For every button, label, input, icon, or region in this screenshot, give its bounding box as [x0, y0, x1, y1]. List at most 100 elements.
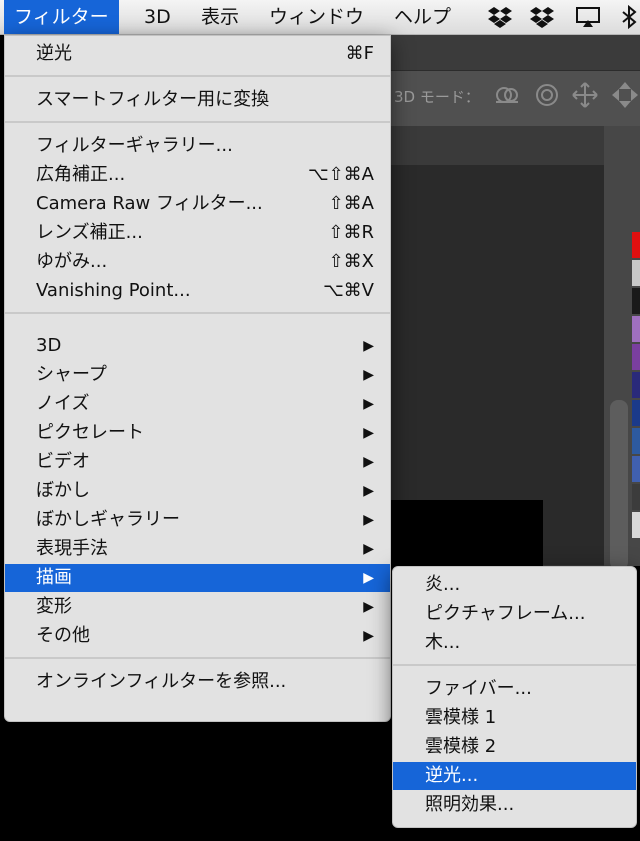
roll-3d-icon[interactable] — [532, 80, 562, 110]
slide-3d-icon[interactable] — [610, 80, 640, 110]
filter-menu-item[interactable]: ピクセレート ▶ — [5, 419, 390, 447]
filter-menu-item[interactable]: 表現手法 ▶ — [5, 535, 390, 563]
bluetooth-icon[interactable] — [616, 4, 640, 30]
menu-separator — [5, 75, 390, 77]
color-swatch[interactable] — [632, 260, 640, 286]
color-swatch[interactable] — [632, 484, 640, 510]
menubar-item-3[interactable]: ウィンドウ — [259, 0, 374, 34]
render-submenu: 炎... ピクチャフレーム... 木... ファイバー... 雲模様 1 雲模様 2 逆光.… — [392, 566, 637, 828]
color-swatch[interactable] — [632, 316, 640, 342]
filter-menu-item[interactable]: 変形 ▶ — [5, 593, 390, 621]
menu-item-label: 逆光 — [36, 43, 72, 64]
menu-item-shortcut: ⇧⌘A — [328, 193, 374, 214]
menu-item-label: スマートフィルター用に変換 — [36, 89, 270, 110]
pan-3d-icon[interactable] — [570, 80, 600, 110]
submenu-arrow-icon: ▶ — [363, 541, 374, 557]
menu-item-label: シャープ — [36, 364, 107, 385]
menu-separator — [393, 664, 636, 666]
menu-item-label: レンズ補正... — [36, 222, 143, 243]
color-swatch[interactable] — [632, 288, 640, 314]
orbit-3d-icon[interactable] — [492, 80, 522, 110]
menu-item-label: Camera Raw フィルター... — [36, 193, 263, 214]
menu-item-shortcut: ⌘F — [345, 43, 374, 64]
3d-mode-label: 3D モード： — [394, 88, 480, 106]
menu-item-label: Vanishing Point... — [36, 280, 191, 301]
menu-item-shortcut: ⇧⌘R — [328, 222, 374, 243]
filter-menu-item[interactable]: その他 ▶ — [5, 622, 390, 650]
filter-menu-item[interactable]: 広角補正... ⌥⇧⌘A — [5, 161, 390, 189]
filter-menu-item[interactable]: オンラインフィルターを参照... — [5, 668, 390, 696]
render-submenu-item[interactable]: 雲模様 1 — [393, 704, 636, 732]
submenu-arrow-icon: ▶ — [363, 338, 374, 354]
menu-item-label: ビデオ — [36, 451, 90, 472]
menu-item-label: ぼかし — [36, 480, 90, 501]
color-swatch[interactable] — [632, 344, 640, 370]
panel-scrollbar[interactable] — [610, 400, 628, 570]
menu-item-label: ノイズ — [36, 393, 90, 414]
menubar-item-0[interactable]: フィルター — [4, 0, 119, 34]
filter-menu-item[interactable]: フィルターギャラリー... — [5, 132, 390, 160]
filter-menu-item[interactable]: Vanishing Point... ⌥⌘V — [5, 277, 390, 305]
filter-menu-item[interactable]: 3D ▶ — [5, 332, 390, 360]
menu-item-shortcut: ⌥⌘V — [322, 280, 374, 301]
menu-bar: フィルター 3D 表示 ウィンドウ ヘルプ — [0, 0, 640, 35]
dropbox-icon[interactable] — [487, 5, 513, 29]
render-submenu-item[interactable]: 照明効果... — [393, 791, 636, 819]
document-canvas — [390, 500, 543, 570]
submenu-arrow-icon: ▶ — [363, 454, 374, 470]
menu-item-label: ピクセレート — [36, 422, 144, 443]
menu-item-shortcut: ⌥⇧⌘A — [307, 164, 374, 185]
filter-menu-item[interactable]: シャープ ▶ — [5, 361, 390, 389]
menu-item-label: オンラインフィルターを参照... — [36, 671, 287, 692]
menubar-item-2[interactable]: 表示 — [191, 0, 249, 34]
filter-menu-item[interactable]: ビデオ ▶ — [5, 448, 390, 476]
submenu-arrow-icon: ▶ — [363, 628, 374, 644]
submenu-arrow-icon: ▶ — [363, 599, 374, 615]
filter-menu-item[interactable]: スマートフィルター用に変換 — [5, 86, 390, 114]
filter-menu-item[interactable]: Camera Raw フィルター... ⇧⌘A — [5, 190, 390, 218]
submenu-arrow-icon: ▶ — [363, 483, 374, 499]
render-submenu-item[interactable]: 雲模様 2 — [393, 733, 636, 761]
render-submenu-item[interactable]: ピクチャフレーム... — [393, 600, 636, 628]
submenu-arrow-icon: ▶ — [363, 396, 374, 412]
document-tab-strip — [390, 35, 640, 70]
filter-menu-item[interactable]: ゆがみ... ⇧⌘X — [5, 248, 390, 276]
menubar-item-4[interactable]: ヘルプ — [384, 0, 461, 34]
color-swatch[interactable] — [632, 372, 640, 398]
menu-separator — [5, 657, 390, 659]
render-submenu-item[interactable]: 木... — [393, 629, 636, 657]
filter-menu-item[interactable]: 描画 ▶ — [5, 564, 390, 592]
menu-item-label: ぼかしギャラリー — [36, 509, 180, 530]
menu-item-label: 3D — [36, 335, 62, 356]
color-swatch[interactable] — [632, 428, 640, 454]
menu-item-label: フィルターギャラリー... — [36, 135, 233, 156]
menu-item-label: 描画 — [36, 567, 72, 588]
submenu-arrow-icon: ▶ — [363, 367, 374, 383]
filter-menu-item[interactable]: ぼかしギャラリー ▶ — [5, 506, 390, 534]
filter-menu-item[interactable]: ぼかし ▶ — [5, 477, 390, 505]
color-swatch[interactable] — [632, 400, 640, 426]
render-submenu-item[interactable]: 逆光... — [393, 762, 636, 790]
submenu-arrow-icon: ▶ — [363, 512, 374, 528]
airplay-icon[interactable] — [575, 5, 601, 29]
color-swatch[interactable] — [632, 512, 640, 538]
menu-separator — [5, 121, 390, 123]
render-submenu-item[interactable]: 炎... — [393, 571, 636, 599]
filter-menu-item[interactable]: 逆光 ⌘F — [5, 40, 390, 68]
dropbox-icon[interactable] — [529, 5, 555, 29]
color-swatch[interactable] — [632, 232, 640, 258]
menu-item-label: ゆがみ... — [36, 251, 108, 272]
render-submenu-item[interactable]: ファイバー... — [393, 675, 636, 703]
menu-item-shortcut: ⇧⌘X — [328, 251, 374, 272]
menu-item-label: その他 — [36, 625, 90, 646]
filter-menu-item[interactable]: ノイズ ▶ — [5, 390, 390, 418]
filter-menu-item[interactable]: レンズ補正... ⇧⌘R — [5, 219, 390, 247]
menu-separator — [5, 312, 390, 314]
menu-item-label: 広角補正... — [36, 164, 126, 185]
menu-item-label: 変形 — [36, 596, 72, 617]
submenu-arrow-icon: ▶ — [363, 570, 374, 586]
color-swatch[interactable] — [632, 456, 640, 482]
filter-menu: 逆光 ⌘F スマートフィルター用に変換 フィルターギャラリー... 広角補正... ⌥⇧⌘… — [4, 35, 391, 722]
menu-item-label: 表現手法 — [36, 538, 108, 559]
menubar-item-1[interactable]: 3D — [134, 0, 181, 34]
